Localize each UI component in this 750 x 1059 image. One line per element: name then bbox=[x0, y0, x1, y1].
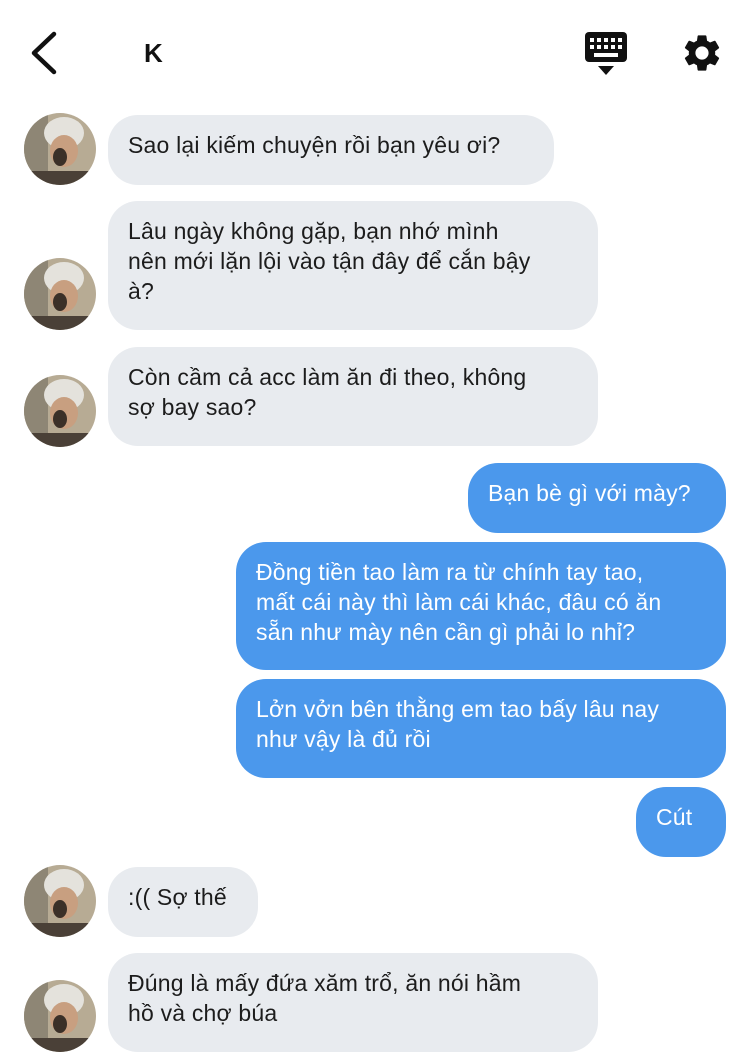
message-bubble-outgoing[interactable]: Lởn vởn bên thằng em tao bấy lâu nay như… bbox=[236, 679, 726, 778]
avatar-photo-icon bbox=[24, 865, 96, 937]
avatar-photo-icon bbox=[24, 258, 96, 330]
message-bubble-incoming[interactable]: Sao lại kiếm chuyện rồi bạn yêu ơi? bbox=[108, 115, 554, 185]
message-list: Sao lại kiếm chuyện rồi bạn yêu ơi? Lâu … bbox=[0, 0, 750, 1059]
avatar[interactable] bbox=[24, 375, 96, 447]
avatar[interactable] bbox=[24, 980, 96, 1052]
message-bubble-incoming[interactable]: :(( Sợ thế bbox=[108, 867, 258, 937]
avatar-photo-icon bbox=[24, 113, 96, 185]
message-bubble-incoming[interactable]: Còn cầm cả acc làm ăn đi theo, không sợ … bbox=[108, 347, 598, 446]
avatar[interactable] bbox=[24, 865, 96, 937]
avatar[interactable] bbox=[24, 113, 96, 185]
avatar-photo-icon bbox=[24, 980, 96, 1052]
message-bubble-outgoing[interactable]: Bạn bè gì với mày? bbox=[468, 463, 726, 533]
message-bubble-outgoing[interactable]: Cút bbox=[636, 787, 726, 857]
message-bubble-incoming[interactable]: Lâu ngày không gặp, bạn nhớ mình nên mới… bbox=[108, 201, 598, 330]
message-bubble-outgoing[interactable]: Đồng tiền tao làm ra từ chính tay tao, m… bbox=[236, 542, 726, 670]
message-bubble-incoming[interactable]: Đúng là mấy đứa xăm trổ, ăn nói hầm hồ v… bbox=[108, 953, 598, 1052]
avatar[interactable] bbox=[24, 258, 96, 330]
avatar-photo-icon bbox=[24, 375, 96, 447]
